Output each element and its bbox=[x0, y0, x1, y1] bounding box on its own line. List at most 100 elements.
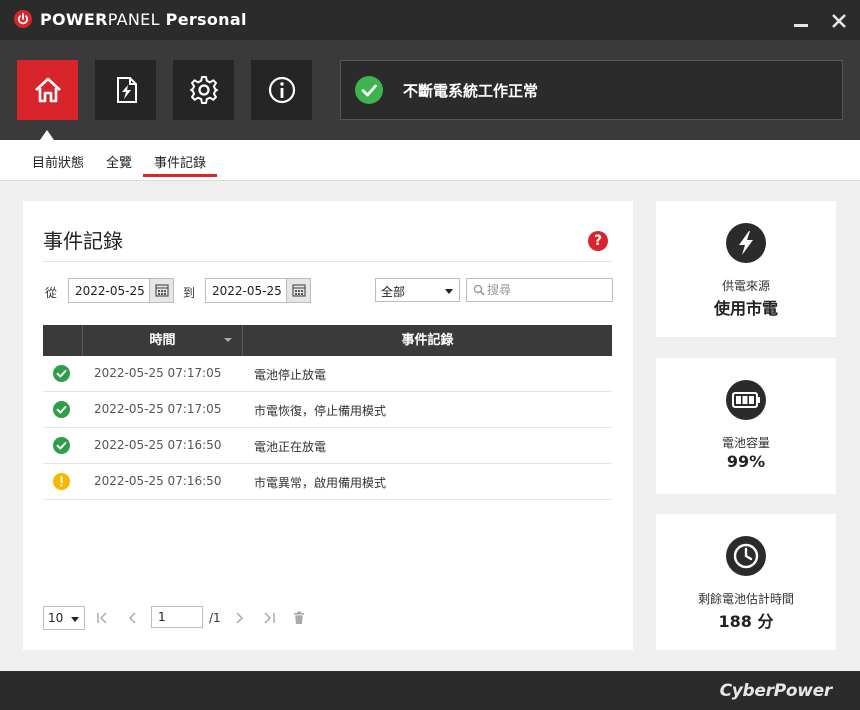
chevron-down-icon bbox=[71, 617, 79, 622]
check-circle-icon bbox=[53, 401, 70, 418]
clock-icon bbox=[726, 536, 766, 576]
title-panel: PANEL bbox=[107, 10, 160, 29]
chevron-right-icon bbox=[236, 612, 244, 624]
runtime-label: 剩餘電池估計時間 bbox=[697, 592, 794, 606]
nav-report-button[interactable] bbox=[95, 60, 156, 120]
runtime-value: 188 分 bbox=[718, 612, 774, 631]
table-row[interactable]: 2022-05-25 07:17:05 市電恢復，停止備用模式 bbox=[43, 392, 612, 428]
panel-divider bbox=[43, 261, 612, 262]
event-filter-value: 全部 bbox=[381, 285, 406, 299]
battery-icon bbox=[726, 380, 766, 420]
calendar-icon bbox=[292, 284, 306, 297]
column-event[interactable]: 事件記錄 bbox=[243, 325, 612, 356]
search-box[interactable] bbox=[466, 278, 613, 302]
tab-overview[interactable]: 全覽 bbox=[106, 152, 132, 171]
ups-status-text: 不斷電系統工作正常 bbox=[403, 82, 539, 100]
home-icon bbox=[35, 77, 61, 103]
ups-status-box: 不斷電系統工作正常 bbox=[340, 60, 843, 120]
delete-log-button[interactable] bbox=[291, 610, 307, 626]
page-size-value: 10 bbox=[48, 611, 64, 625]
table-header: 時間 事件記錄 bbox=[43, 325, 612, 356]
to-label: 到 bbox=[183, 286, 196, 300]
title-product: Personal bbox=[159, 10, 247, 29]
content-area: 事件記錄 ? 從 到 bbox=[0, 181, 860, 671]
from-label: 從 bbox=[45, 286, 58, 300]
last-page-button[interactable] bbox=[261, 610, 277, 626]
tab-bar: 目前狀態 全覽 事件記錄 bbox=[0, 140, 860, 181]
trash-icon bbox=[294, 611, 304, 624]
table-row[interactable]: 2022-05-25 07:16:50 市電異常，啟用備用模式 bbox=[43, 464, 612, 500]
power-logo-icon bbox=[14, 10, 32, 28]
row-time: 2022-05-25 07:17:05 bbox=[94, 366, 222, 380]
header: 不斷電系統工作正常 bbox=[0, 40, 860, 140]
table-row[interactable]: 2022-05-25 07:17:05 電池停止放電 bbox=[43, 356, 612, 392]
brand-logo: CyberPower bbox=[719, 681, 833, 701]
active-tab-underline bbox=[143, 174, 217, 177]
active-nav-pointer bbox=[40, 130, 54, 140]
last-page-icon bbox=[264, 612, 275, 624]
info-icon bbox=[268, 76, 296, 104]
lightning-icon bbox=[726, 223, 766, 263]
chevron-left-icon bbox=[128, 612, 136, 624]
power-report-icon bbox=[117, 77, 137, 103]
from-date-field[interactable] bbox=[68, 278, 174, 303]
power-source-card: 供電來源 使用市電 bbox=[656, 201, 836, 337]
battery-capacity-card: 電池容量 99% bbox=[656, 358, 836, 494]
page-number-input[interactable] bbox=[151, 606, 203, 628]
sort-caret-icon bbox=[224, 338, 232, 342]
row-event: 市電異常，啟用備用模式 bbox=[254, 476, 387, 490]
row-time: 2022-05-25 07:16:50 bbox=[94, 438, 222, 452]
first-page-icon bbox=[97, 612, 107, 624]
first-page-button[interactable] bbox=[95, 610, 111, 626]
nav-home-button[interactable] bbox=[17, 60, 78, 120]
next-page-button[interactable] bbox=[231, 610, 247, 626]
table-row[interactable]: 2022-05-25 07:16:50 電池正在放電 bbox=[43, 428, 612, 464]
title-bar: POWERPANEL Personal bbox=[0, 0, 860, 40]
event-table: 時間 事件記錄 2022-05-25 07:17:05 電池停止放電 2022-… bbox=[43, 325, 612, 500]
nav-settings-button[interactable] bbox=[173, 60, 234, 120]
minimize-button[interactable] bbox=[792, 12, 810, 30]
check-circle-icon bbox=[53, 437, 70, 454]
column-time-label: 時間 bbox=[149, 333, 176, 348]
row-event: 電池停止放電 bbox=[254, 368, 327, 382]
help-icon[interactable]: ? bbox=[588, 231, 608, 251]
app-title: POWERPANEL Personal bbox=[40, 10, 247, 29]
to-calendar-button[interactable] bbox=[286, 279, 310, 302]
to-date-field[interactable] bbox=[205, 278, 311, 303]
footer: CyberPower bbox=[0, 671, 860, 710]
battery-capacity-label: 電池容量 bbox=[721, 436, 770, 450]
title-power: POWER bbox=[40, 10, 108, 29]
row-time: 2022-05-25 07:17:05 bbox=[94, 402, 222, 416]
close-button[interactable] bbox=[830, 12, 848, 30]
close-icon bbox=[832, 14, 846, 28]
app-window: POWERPANEL Personal 不斷電系統工作正常 目前狀態 全覽 事件… bbox=[0, 0, 860, 710]
runtime-card: 剩餘電池估計時間 188 分 bbox=[656, 514, 836, 650]
previous-page-button[interactable] bbox=[125, 610, 141, 626]
event-log-panel: 事件記錄 ? 從 到 bbox=[23, 201, 633, 650]
page-size-select[interactable]: 10 bbox=[43, 606, 85, 630]
search-input[interactable] bbox=[487, 279, 609, 301]
chevron-down-icon bbox=[445, 289, 453, 294]
column-status bbox=[43, 325, 83, 356]
row-event: 市電恢復，停止備用模式 bbox=[254, 404, 387, 418]
check-circle-icon bbox=[355, 76, 383, 104]
column-time[interactable]: 時間 bbox=[83, 325, 243, 356]
check-circle-icon bbox=[53, 365, 70, 382]
calendar-icon bbox=[155, 284, 169, 297]
tab-current-status[interactable]: 目前狀態 bbox=[32, 152, 84, 171]
from-date-input[interactable] bbox=[69, 279, 149, 302]
warning-circle-icon bbox=[53, 473, 70, 490]
page-total: /1 bbox=[209, 611, 221, 625]
from-calendar-button[interactable] bbox=[149, 279, 173, 302]
gear-icon bbox=[190, 76, 218, 104]
tab-event-log[interactable]: 事件記錄 bbox=[154, 152, 206, 171]
event-filter-select[interactable]: 全部 bbox=[375, 278, 460, 302]
row-time: 2022-05-25 07:16:50 bbox=[94, 474, 222, 488]
search-icon bbox=[473, 284, 485, 296]
power-source-value: 使用市電 bbox=[713, 299, 778, 318]
power-source-label: 供電來源 bbox=[721, 279, 770, 293]
panel-title: 事件記錄 bbox=[43, 229, 123, 253]
battery-capacity-value: 99% bbox=[726, 452, 766, 471]
nav-info-button[interactable] bbox=[251, 60, 312, 120]
to-date-input[interactable] bbox=[206, 279, 286, 302]
